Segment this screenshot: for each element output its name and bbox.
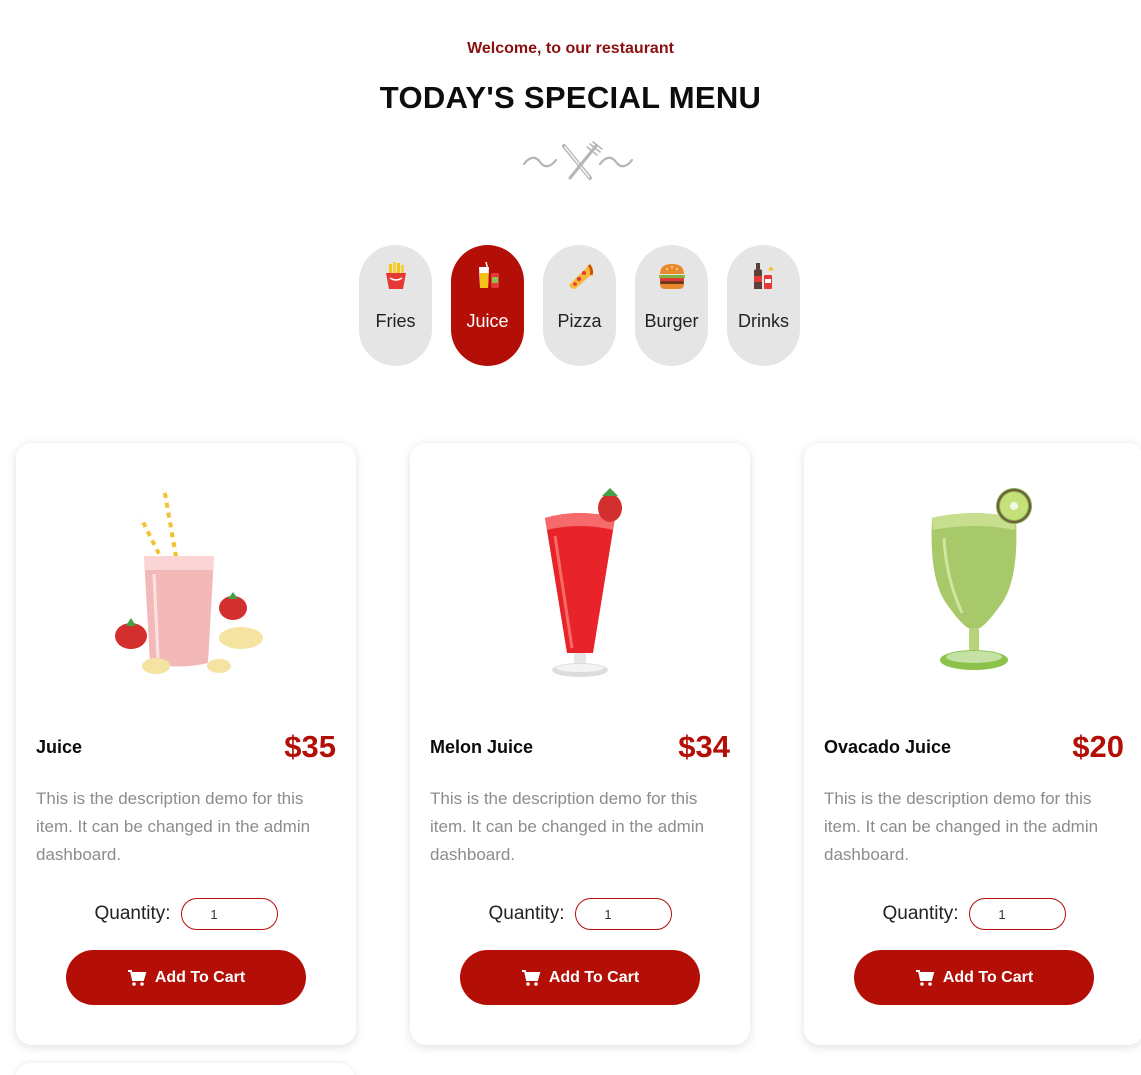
quantity-input[interactable] [180,898,278,930]
product-image [931,488,1032,670]
product-card-next [15,1063,355,1075]
cart-icon [127,969,147,986]
add-to-cart-button[interactable]: Add To Cart [66,950,306,1005]
product-card-ovacado-juice: Ovacado Juice $20 This is the descriptio… [804,443,1141,1045]
quantity-row: Quantity: [410,898,750,930]
category-label: Juice [466,311,509,331]
category-tab-juice[interactable]: Juice [451,245,524,366]
product-description: This is the description demo for this it… [36,789,311,864]
pizza-icon [568,264,593,289]
drinks-icon [753,263,774,289]
add-to-cart-button[interactable]: Add To Cart [854,950,1094,1005]
quantity-label: Quantity: [488,903,565,924]
quantity-row: Quantity: [804,898,1141,930]
welcome-text: Welcome, to our restaurant [467,40,674,57]
category-label: Fries [375,311,416,331]
product-card-melon-juice: Melon Juice $34 This is the description … [410,443,750,1045]
product-name: Melon Juice [430,737,534,757]
add-to-cart-label: Add To Cart [548,968,640,986]
fork-knife-ornament-icon [522,141,634,180]
page-title: TODAY'S SPECIAL MENU [379,80,762,115]
product-image [545,488,622,677]
product-price: $34 [678,729,730,764]
quantity-row: Quantity: [16,898,356,930]
category-label: Burger [644,311,699,331]
product-name: Juice [36,737,83,757]
product-name: Ovacado Juice [824,737,952,757]
burger-icon [658,264,685,289]
product-card-juice: Juice $35 This is the description demo f… [16,443,356,1045]
quantity-input[interactable] [968,898,1066,930]
product-price: $35 [284,729,336,764]
product-price: $20 [1072,729,1124,764]
category-label: Drinks [737,311,789,331]
add-to-cart-label: Add To Cart [942,968,1034,986]
product-description: This is the description demo for this it… [824,789,1099,864]
fries-icon [385,262,406,289]
cart-icon [521,969,541,986]
category-tab-pizza[interactable]: Pizza [543,245,616,366]
product-image [115,487,263,674]
product-description: This is the description demo for this it… [430,789,705,864]
juice-icon [478,261,499,288]
category-tab-fries[interactable]: Fries [359,245,432,366]
add-to-cart-label: Add To Cart [154,968,246,986]
add-to-cart-button[interactable]: Add To Cart [460,950,700,1005]
quantity-label: Quantity: [882,903,959,924]
category-label: Pizza [557,311,602,331]
category-tab-drinks[interactable]: Drinks [727,245,800,366]
quantity-label: Quantity: [94,903,171,924]
cart-icon [915,969,935,986]
category-tab-burger[interactable]: Burger [635,245,708,366]
quantity-input[interactable] [574,898,672,930]
